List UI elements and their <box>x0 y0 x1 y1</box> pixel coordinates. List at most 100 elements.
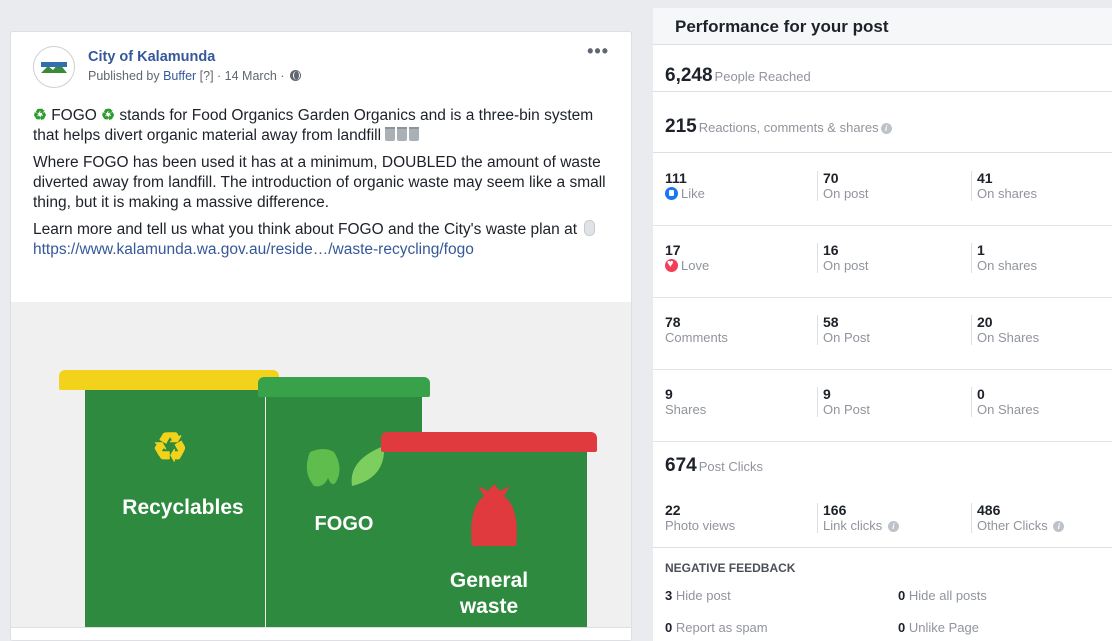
stat-label: On shares <box>977 258 1037 273</box>
mouse-icon <box>584 220 596 236</box>
recycle-icon: ♻ <box>101 107 116 124</box>
post-url-link[interactable]: https://www.kalamunda.wa.gov.au/reside…/… <box>33 241 474 258</box>
post-body-text: ♻ FOGO ♻ stands for Food Organics Garden… <box>33 106 623 267</box>
wastebasket-icon <box>397 127 408 141</box>
post-paragraph-1: ♻ FOGO ♻ stands for Food Organics Garden… <box>33 106 623 146</box>
stat-value: 0 <box>665 620 673 635</box>
post-image[interactable]: ♻ Recyclables FOGO General waste <box>11 302 631 627</box>
more-options-icon[interactable]: ••• <box>587 42 609 60</box>
love-on-post-cell: 16 On post <box>817 243 869 273</box>
stat-value: 166 <box>823 502 847 518</box>
link-clicks-label: Link clicks i <box>823 518 899 533</box>
like-on-shares-cell: 41 On shares <box>971 171 1037 201</box>
love-label: Love <box>665 257 710 273</box>
post-paragraph-3: Learn more and tell us what you think ab… <box>33 220 623 260</box>
shares-row: 9 Shares 9 On Post 0 On Shares <box>653 369 1112 442</box>
other-clicks-cell: 486 Other Clicks i <box>971 502 1065 533</box>
page-name-link[interactable]: City of Kalamunda <box>88 49 215 65</box>
shares-cell: 9 Shares <box>665 386 706 418</box>
like-label-text: Like <box>681 186 705 201</box>
post-card: City of Kalamunda Published by Buffer [?… <box>10 31 632 641</box>
other-clicks-label: Other Clicks i <box>977 518 1065 533</box>
people-reached-label: People Reached <box>714 69 811 84</box>
stat-label: On Post <box>823 402 870 417</box>
love-icon <box>665 257 678 272</box>
info-icon[interactable]: i <box>887 521 899 532</box>
wastebasket-icon <box>385 127 396 141</box>
post-text-fragment: FOGO <box>46 107 102 124</box>
general-waste-bin: General waste <box>381 432 597 627</box>
report-spam-stat: 0 Report as spam <box>665 620 768 635</box>
stat-value: 0 <box>898 620 906 635</box>
shares-on-post-cell: 9 On Post <box>817 387 870 417</box>
published-by-text: Published by <box>88 69 164 83</box>
post-clicks-header: 674 Post Clicks <box>665 455 763 477</box>
stat-label: On Shares <box>977 330 1040 345</box>
love-count: 17 <box>665 242 681 258</box>
reactions-value: 215 <box>665 116 697 137</box>
stat-label: Photo views <box>665 518 736 533</box>
post-paragraph-2: Where FOGO has been used it has at a min… <box>33 154 606 211</box>
like-row: 111 Like 70 On post 41 On shares <box>653 153 1112 226</box>
stat-label: On Post <box>823 330 870 345</box>
stat-value: 22 <box>665 502 681 518</box>
link-clicks-cell: 166 Link clicks i <box>817 503 899 533</box>
help-marker[interactable]: [?] · <box>196 69 224 83</box>
stat-value: 78 <box>665 314 681 330</box>
post-text-fragment: Learn more and tell us what you think ab… <box>33 221 582 238</box>
leaf-apple-icon <box>306 446 385 487</box>
info-icon[interactable]: i <box>1053 521 1065 532</box>
info-icon[interactable]: i <box>880 123 892 134</box>
stat-value: 1 <box>977 242 985 258</box>
post-clicks-value: 674 <box>665 455 697 476</box>
recyclables-bin: ♻ Recyclables <box>59 370 279 627</box>
post-clicks-section: 674 Post Clicks 22 Photo views 166 Link cli… <box>653 441 1112 548</box>
stat-value: 58 <box>823 314 839 330</box>
panel-title: Performance for your post <box>653 8 1112 45</box>
kalamunda-logo-icon <box>39 61 69 75</box>
stat-label: Hide all posts <box>908 588 987 603</box>
stat-value: 70 <box>823 170 839 186</box>
rubbish-bag-icon <box>471 484 517 546</box>
avatar[interactable] <box>33 46 75 88</box>
wastebasket-icon <box>409 127 420 141</box>
stat-label: Comments <box>665 330 728 345</box>
stat-label: Report as spam <box>675 620 768 635</box>
stat-value: 0 <box>898 588 906 603</box>
stat-label: On post <box>823 258 869 273</box>
stat-value: 16 <box>823 242 839 258</box>
love-cell: 17Love <box>665 243 709 273</box>
hide-post-stat: 3 Hide post <box>665 588 731 603</box>
stat-value: 41 <box>977 170 993 186</box>
stat-value: 486 <box>977 502 1001 518</box>
like-cell: 111 Like <box>665 171 705 201</box>
stat-label: On Shares <box>977 402 1040 417</box>
comments-cell: 78 Comments <box>665 314 728 346</box>
reactions-label: Reactions, comments & shares <box>698 120 879 135</box>
post-date-link[interactable]: 14 March · <box>225 69 288 83</box>
shares-on-shares-cell: 0 On Shares <box>971 387 1039 417</box>
stat-value: 9 <box>665 386 673 402</box>
performance-panel: Performance for your post 6,248 People Re… <box>653 8 1112 641</box>
stat-value: 3 <box>665 588 673 603</box>
post-header: City of Kalamunda Published by Buffer [?… <box>33 42 613 90</box>
publisher-link[interactable]: Buffer <box>163 69 196 83</box>
post-text-fragment: stands for Food Organics Garden Organics… <box>33 107 594 144</box>
stat-label: On shares <box>977 186 1037 201</box>
comments-row: 78 Comments 58 On Post 20 On Shares <box>653 297 1112 370</box>
stat-label: Link clicks <box>823 518 883 533</box>
globe-icon[interactable] <box>289 70 301 81</box>
negative-feedback-title: Negative Feedback <box>665 561 796 575</box>
bin-lid <box>59 370 279 390</box>
stat-value: 9 <box>823 386 831 402</box>
hide-all-posts-stat: 0 Hide all posts <box>898 588 987 603</box>
like-on-post-cell: 70 On post <box>817 171 869 201</box>
comments-on-post-cell: 58 On Post <box>817 315 870 345</box>
post-meta: Published by Buffer [?] · 14 March · <box>88 69 301 83</box>
love-on-shares-cell: 1 On shares <box>971 243 1037 273</box>
photo-views-cell: 22 Photo views <box>665 502 736 534</box>
people-reached-section: 6,248 People Reached <box>653 45 1112 92</box>
love-label-text: Love <box>681 258 710 273</box>
love-row: 17Love 16On post 1On shares <box>653 225 1112 298</box>
bin-label: General <box>449 569 529 592</box>
